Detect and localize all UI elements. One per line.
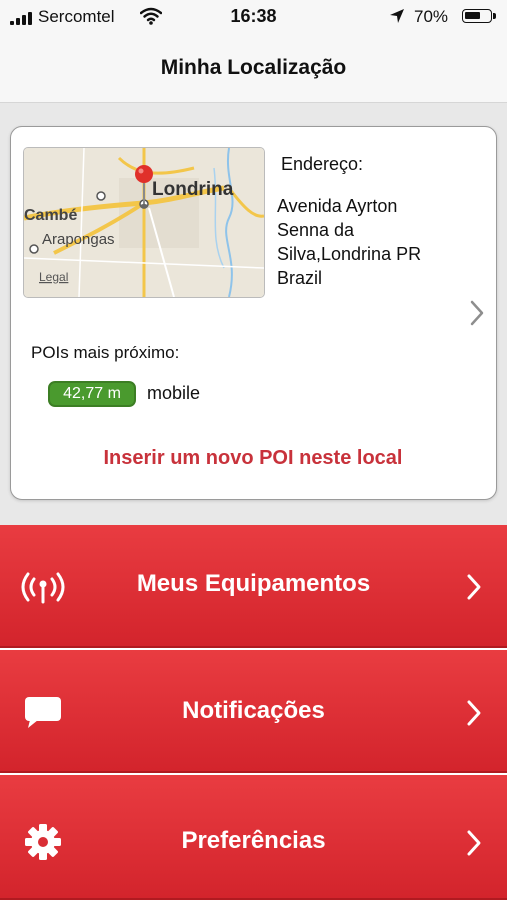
address-line: Senna da (277, 220, 355, 240)
status-bar: Sercomtel 16:38 70% (0, 0, 507, 34)
nearest-pois-label: POIs mais próximo: (31, 343, 180, 362)
battery-icon (462, 9, 496, 23)
menu-item-preferencias[interactable]: Preferências (0, 775, 507, 900)
chevron-right-icon (466, 573, 482, 606)
map-thumbnail[interactable]: Londrina Cambé Arapongas Legal (23, 147, 265, 298)
navigation-bar: Minha Localização (0, 34, 507, 103)
address-line: Avenida Ayrton (277, 196, 398, 216)
map-label-londrina: Londrina (152, 179, 234, 200)
battery-percentage: 70% (414, 7, 449, 26)
map-label-cambe: Cambé (24, 207, 77, 224)
location-card[interactable]: Londrina Cambé Arapongas Legal Endereço:… (10, 126, 497, 500)
poi-name[interactable]: mobile (147, 383, 200, 404)
address-label: Endereço: (281, 154, 364, 174)
chevron-right-icon (466, 699, 482, 732)
menu-item-label: Preferências (181, 827, 326, 854)
address-line: Brazil (277, 268, 323, 288)
address-value: Avenida Ayrton Senna da Silva,Londrina P… (277, 194, 477, 290)
menu-item-label: Meus Equipamentos (136, 570, 371, 597)
chevron-right-icon[interactable] (469, 299, 485, 332)
menu-item-label: Notificações (182, 697, 325, 724)
menu-item-meus-equipamentos[interactable]: Meus Equipamentos (0, 525, 507, 648)
insert-poi-link[interactable]: Inserir um novo POI neste local (11, 447, 495, 470)
map-legal-link[interactable]: Legal (39, 270, 68, 284)
chevron-right-icon (466, 829, 482, 862)
poi-distance-badge: 42,77 m (48, 381, 136, 407)
map-label-arapongas: Arapongas (42, 231, 115, 248)
address-line: Silva,Londrina PR (277, 244, 422, 264)
menu-item-notificacoes[interactable]: Notificações (0, 650, 507, 773)
page-title: Minha Localização (160, 56, 347, 79)
location-arrow-icon (389, 8, 405, 29)
